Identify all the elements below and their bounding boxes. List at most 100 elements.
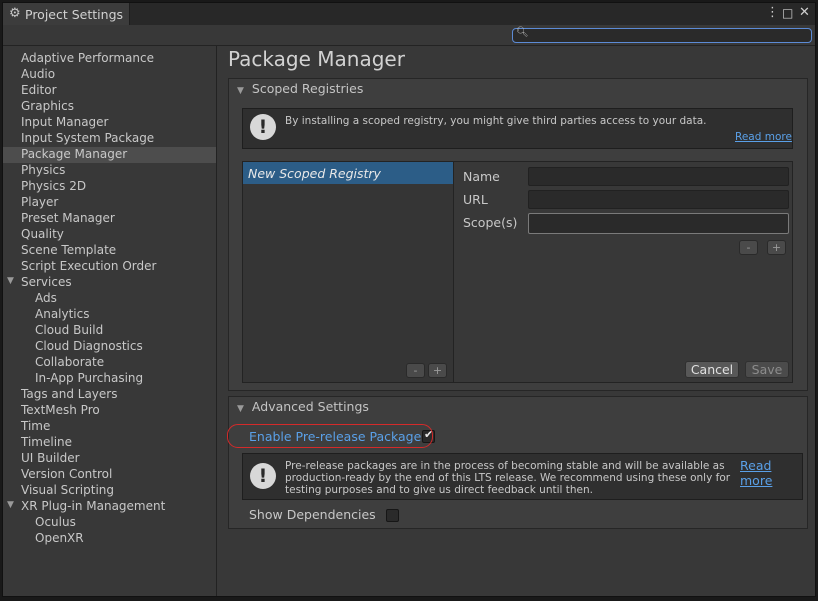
- sidebar-item[interactable]: Scene Template: [3, 243, 216, 259]
- maximize-icon[interactable]: □: [782, 6, 793, 20]
- scoped-warning-box: ! By installing a scoped registry, you m…: [242, 108, 793, 149]
- page-title: Package Manager: [228, 47, 405, 71]
- sidebar-item-label: Scene Template: [21, 243, 117, 257]
- scoped-read-more-link[interactable]: Read more: [735, 131, 792, 143]
- save-button[interactable]: Save: [745, 361, 789, 378]
- sidebar-item[interactable]: Physics: [3, 163, 216, 179]
- sidebar-item-label: XR Plug-in Management: [21, 499, 166, 513]
- sidebar-item-label: Time: [21, 419, 51, 433]
- remove-scope-button[interactable]: -: [739, 240, 758, 255]
- sidebar-item-label: Graphics: [21, 99, 74, 113]
- add-scope-button[interactable]: +: [767, 240, 786, 255]
- sidebar-item[interactable]: Timeline: [3, 435, 216, 451]
- expand-arrow-icon[interactable]: ▼: [7, 276, 14, 286]
- sidebar-item[interactable]: Script Execution Order: [3, 259, 216, 275]
- window-tab[interactable]: ⚙ Project Settings: [3, 3, 130, 25]
- sidebar-item[interactable]: Tags and Layers: [3, 387, 216, 403]
- registry-list: New Scoped Registry - +: [243, 162, 454, 382]
- prerelease-warning-text: Pre-release packages are in the process …: [285, 460, 730, 496]
- sidebar-item-label: Collaborate: [35, 355, 105, 369]
- highlight-annotation: [227, 424, 433, 448]
- sidebar-item[interactable]: Graphics: [3, 99, 216, 115]
- name-field[interactable]: [528, 167, 789, 186]
- sidebar-item[interactable]: Quality: [3, 227, 216, 243]
- sidebar-item[interactable]: Time: [3, 419, 216, 435]
- sidebar-item[interactable]: Visual Scripting: [3, 483, 216, 499]
- sidebar-item[interactable]: In-App Purchasing: [3, 371, 216, 387]
- project-settings-window: ⚙ Project Settings ⋮ □ ✕ 🔍︎ Adaptive Per…: [2, 2, 816, 597]
- sidebar-item-label: TextMesh Pro: [21, 403, 100, 417]
- sidebar-item[interactable]: Preset Manager: [3, 211, 216, 227]
- sidebar-item-label: Services: [21, 275, 72, 289]
- prerelease-warning-box: ! Pre-release packages are in the proces…: [242, 453, 803, 500]
- sidebar-item-label: Editor: [21, 83, 57, 97]
- sidebar-item[interactable]: Analytics: [3, 307, 216, 323]
- sidebar-item-label: OpenXR: [35, 531, 84, 545]
- sidebar-item[interactable]: TextMesh Pro: [3, 403, 216, 419]
- show-dependencies-checkbox[interactable]: [386, 509, 399, 522]
- main-panel: Package Manager ▼ Scoped Registries ! By …: [217, 46, 815, 596]
- sidebar-item[interactable]: ▼ Services: [3, 275, 216, 291]
- sidebar-item-label: Adaptive Performance: [21, 51, 154, 65]
- sidebar-item[interactable]: Adaptive Performance: [3, 51, 216, 67]
- sidebar-item[interactable]: Oculus: [3, 515, 216, 531]
- registry-list-item[interactable]: New Scoped Registry: [243, 162, 453, 184]
- sidebar-item[interactable]: Audio: [3, 67, 216, 83]
- sidebar-item[interactable]: Player: [3, 195, 216, 211]
- sidebar-item-label: Player: [21, 195, 59, 209]
- sidebar-item-label: Physics 2D: [21, 179, 87, 193]
- sidebar-item-label: Visual Scripting: [21, 483, 114, 497]
- sidebar-item[interactable]: Editor: [3, 83, 216, 99]
- sidebar-item-label: Package Manager: [21, 147, 128, 161]
- sidebar-item[interactable]: Collaborate: [3, 355, 216, 371]
- sidebar-item[interactable]: OpenXR: [3, 531, 216, 547]
- title-bar: ⚙ Project Settings ⋮ □ ✕: [3, 3, 815, 26]
- sidebar-item[interactable]: UI Builder: [3, 451, 216, 467]
- window-title: Project Settings: [25, 7, 124, 22]
- search-field[interactable]: 🔍︎: [512, 27, 812, 43]
- warning-icon: !: [250, 114, 276, 140]
- url-field[interactable]: [528, 190, 789, 209]
- warning-icon: !: [250, 463, 276, 489]
- scopes-label: Scope(s): [463, 215, 518, 230]
- sidebar-item[interactable]: Cloud Diagnostics: [3, 339, 216, 355]
- sidebar-item[interactable]: Ads: [3, 291, 216, 307]
- sidebar-item[interactable]: ▼ XR Plug-in Management: [3, 499, 216, 515]
- more-options-icon[interactable]: ⋮: [766, 5, 779, 20]
- gear-icon: ⚙: [9, 6, 21, 21]
- scoped-registries-header[interactable]: ▼ Scoped Registries: [237, 81, 363, 96]
- sidebar-item[interactable]: Input Manager: [3, 115, 216, 131]
- sidebar-item-label: Oculus: [35, 515, 76, 529]
- sidebar-item[interactable]: Physics 2D: [3, 179, 216, 195]
- name-label: Name: [463, 169, 500, 184]
- sidebar-item[interactable]: Package Manager: [3, 147, 216, 163]
- warning-line: Pre-release packages are in the process …: [285, 460, 725, 472]
- toolbar: 🔍︎: [3, 25, 815, 46]
- sidebar-item-label: Physics: [21, 163, 66, 177]
- scopes-field[interactable]: [528, 213, 789, 234]
- sidebar-item-label: Quality: [21, 227, 64, 241]
- sidebar-item[interactable]: Input System Package: [3, 131, 216, 147]
- sidebar-item-label: Cloud Build: [35, 323, 104, 337]
- expand-arrow-icon[interactable]: ▼: [7, 500, 14, 510]
- collapse-triangle-icon: ▼: [237, 404, 244, 414]
- sidebar-item-label: Cloud Diagnostics: [35, 339, 143, 353]
- scoped-registries-group: ▼ Scoped Registries ! By installing a sco…: [228, 78, 808, 391]
- sidebar-item[interactable]: Version Control: [3, 467, 216, 483]
- registry-name: New Scoped Registry: [248, 166, 381, 181]
- registry-editor: New Scoped Registry - + Name URL Scope(s…: [242, 161, 793, 383]
- sidebar-item-label: In-App Purchasing: [35, 371, 144, 385]
- url-label: URL: [463, 192, 488, 207]
- add-registry-button[interactable]: +: [428, 363, 447, 378]
- remove-registry-button[interactable]: -: [406, 363, 425, 378]
- sidebar-item[interactable]: Cloud Build: [3, 323, 216, 339]
- search-icon: 🔍︎: [516, 27, 529, 38]
- cancel-button[interactable]: Cancel: [685, 361, 739, 378]
- prerelease-read-more-link[interactable]: Read more: [740, 458, 802, 488]
- close-icon[interactable]: ✕: [799, 5, 810, 20]
- advanced-settings-header[interactable]: ▼ Advanced Settings: [237, 399, 369, 414]
- warning-line: production-ready by the end of this LTS …: [285, 472, 731, 484]
- sidebar-item-label: Tags and Layers: [21, 387, 118, 401]
- scoped-registries-title: Scoped Registries: [251, 81, 364, 96]
- sidebar-item-label: Script Execution Order: [21, 259, 157, 273]
